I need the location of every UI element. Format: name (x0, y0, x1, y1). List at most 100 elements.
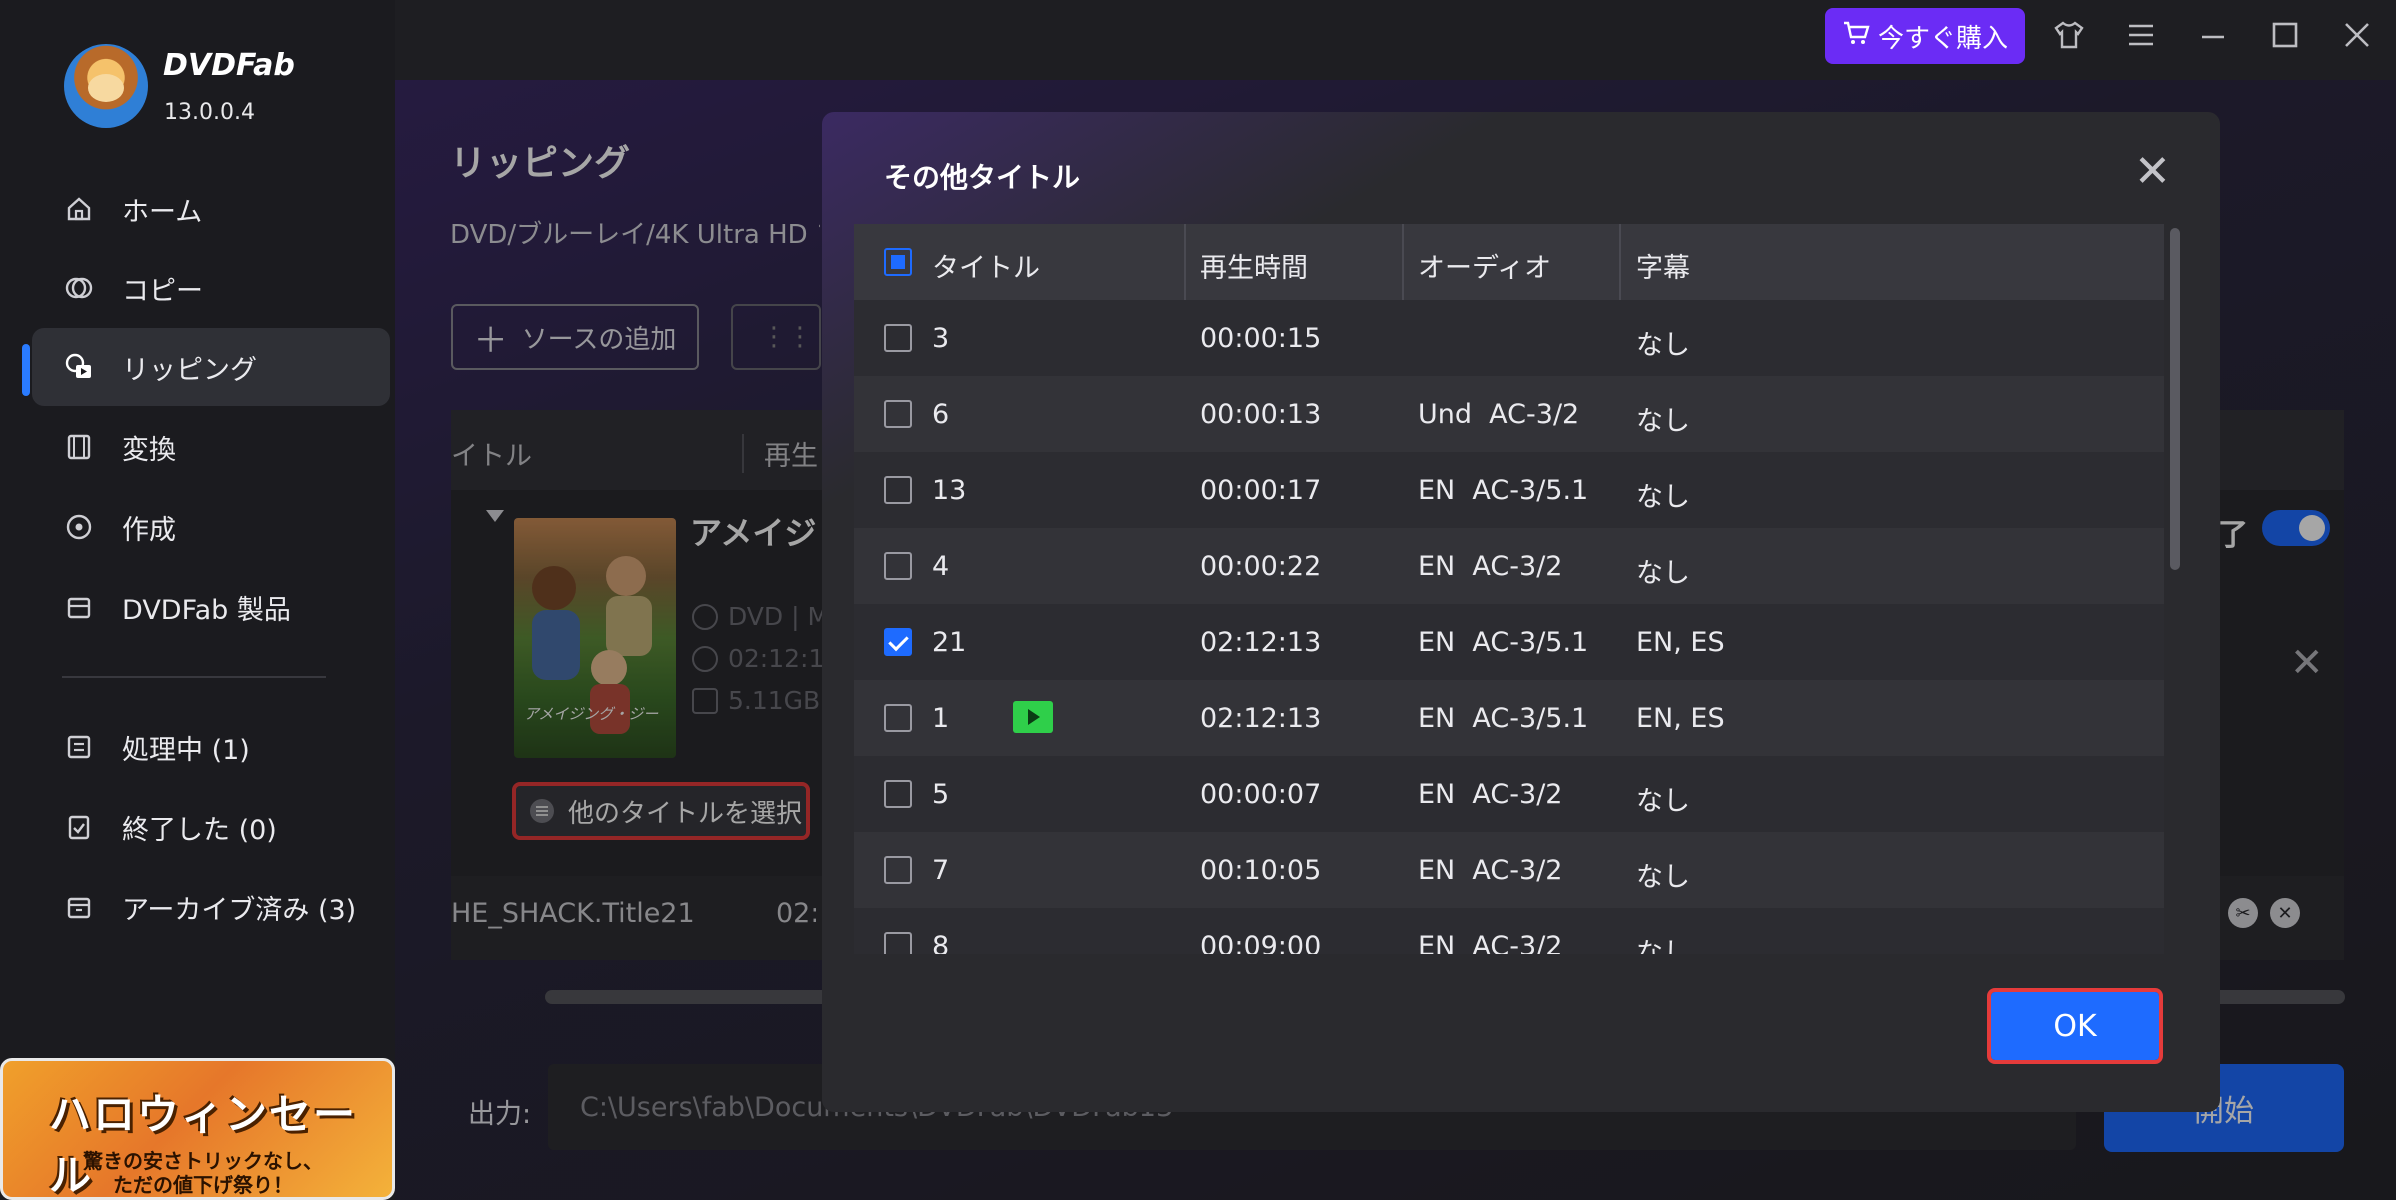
column-separator[interactable] (1184, 224, 1186, 300)
dvdfab-logo (64, 44, 148, 128)
table-row[interactable]: 8 00:09:00 EN AC-3/2 なし (854, 908, 2164, 954)
promo-subtitle-line: 驚きの安さトリックなし、 (83, 1149, 323, 1173)
ripper-icon (64, 352, 94, 382)
box-icon (64, 592, 94, 622)
row-checkbox[interactable] (884, 476, 912, 504)
buy-now-label: 今すぐ購入 (1877, 23, 2008, 54)
disc-icon (64, 512, 94, 542)
table-header: タイトル 再生時間 オーディオ 字幕 (854, 224, 2164, 300)
sidebar-item-label: コピー (122, 275, 203, 307)
sidebar-item-processing[interactable]: 処理中 (1) (32, 708, 390, 786)
table-row[interactable]: 21 02:12:13 EN AC-3/5.1 EN, ES (854, 604, 2164, 680)
vertical-scrollbar[interactable] (2168, 224, 2182, 954)
cell-title: 1 (932, 703, 950, 734)
cell-duration: 02:12:13 (1200, 627, 1322, 658)
sidebar-item-convert[interactable]: 変換 (32, 408, 390, 486)
cell-subtitle: EN, ES (1636, 627, 1725, 658)
clipboard-check-icon (64, 812, 94, 842)
row-checkbox[interactable] (884, 628, 912, 656)
row-checkbox[interactable] (884, 704, 912, 732)
cell-audio: EN AC-3/5.1 (1418, 475, 1589, 506)
column-separator[interactable] (1619, 224, 1621, 300)
cell-title: 6 (932, 399, 950, 430)
app-version: 13.0.0.4 (164, 100, 255, 125)
row-checkbox[interactable] (884, 856, 912, 884)
cell-audio: EN AC-3/2 (1418, 855, 1563, 886)
row-checkbox[interactable] (884, 932, 912, 954)
column-header-duration: 再生時間 (1200, 253, 1308, 284)
row-checkbox[interactable] (884, 552, 912, 580)
archive-icon (64, 892, 94, 922)
play-icon[interactable] (1013, 701, 1053, 733)
cell-audio: EN AC-3/5.1 (1418, 703, 1589, 734)
table-row[interactable]: 1 02:12:13 EN AC-3/5.1 EN, ES (854, 680, 2164, 756)
cell-subtitle: EN, ES (1636, 703, 1725, 734)
maximize-icon[interactable] (2268, 18, 2302, 52)
sidebar-item-finished[interactable]: 終了した (0) (32, 788, 390, 866)
table-row[interactable]: 7 00:10:05 EN AC-3/2 なし (854, 832, 2164, 908)
sidebar-item-label: 作成 (122, 514, 176, 546)
minimize-icon[interactable] (2196, 18, 2230, 52)
scrollbar-thumb[interactable] (2170, 228, 2180, 570)
cell-title: 21 (932, 627, 967, 658)
sidebar-item-label: DVDFab 製品 (122, 594, 291, 626)
cell-duration: 00:10:05 (1200, 855, 1322, 886)
sidebar-divider (62, 676, 326, 678)
sidebar-item-copy[interactable]: コピー (32, 249, 390, 327)
sidebar-item-products[interactable]: DVDFab 製品 (32, 568, 390, 646)
halloween-sale-banner[interactable]: ハロウィンセール 驚きの安さトリックなし、 ただの値下げ祭り！ (0, 1058, 395, 1200)
promo-subtitle: 驚きの安さトリックなし、 ただの値下げ祭り！ (73, 1149, 333, 1197)
cell-subtitle: なし (1636, 558, 1690, 589)
cell-title: 13 (932, 475, 967, 506)
cell-subtitle: なし (1636, 482, 1690, 513)
sidebar-item-label: リッピング (122, 354, 257, 386)
home-icon (64, 194, 94, 224)
cell-duration: 00:00:15 (1200, 323, 1322, 354)
cell-title: 4 (932, 551, 950, 582)
titles-table: タイトル 再生時間 オーディオ 字幕 3 00:00:15 なし 6 00:00:13 U… (854, 224, 2182, 954)
select-all-checkbox[interactable] (884, 248, 912, 276)
column-header-title: タイトル (932, 253, 1040, 284)
buy-now-button[interactable]: 今すぐ購入 (1825, 8, 2025, 64)
table-row[interactable]: 6 00:00:13 Und AC-3/2 なし (854, 376, 2164, 452)
sidebar-item-label: 終了した (0) (122, 814, 277, 846)
row-checkbox[interactable] (884, 400, 912, 428)
sidebar-item-home[interactable]: ホーム (32, 170, 390, 248)
cell-subtitle: なし (1636, 862, 1690, 893)
row-checkbox[interactable] (884, 324, 912, 352)
cell-duration: 00:00:13 (1200, 399, 1322, 430)
active-indicator (22, 344, 30, 396)
ok-button[interactable]: OK (1987, 988, 2163, 1064)
film-icon (64, 432, 94, 462)
cell-duration: 00:09:00 (1200, 931, 1322, 954)
copy-icon (64, 273, 94, 303)
cell-duration: 00:00:22 (1200, 551, 1322, 582)
cell-audio: EN AC-3/2 (1418, 931, 1563, 954)
sidebar-item-ripper[interactable]: リッピング (32, 328, 390, 406)
cell-audio: EN AC-3/2 (1418, 779, 1563, 810)
cell-subtitle: なし (1636, 786, 1690, 817)
cell-subtitle: なし (1636, 330, 1690, 361)
cell-duration: 02:12:13 (1200, 703, 1322, 734)
column-separator[interactable] (1402, 224, 1404, 300)
table-row[interactable]: 5 00:00:07 EN AC-3/2 なし (854, 756, 2164, 832)
sidebar-item-label: 変換 (122, 434, 176, 466)
table-row[interactable]: 13 00:00:17 EN AC-3/5.1 なし (854, 452, 2164, 528)
sidebar-item-label: アーカイブ済み (3) (122, 894, 357, 926)
close-icon[interactable] (2340, 18, 2374, 52)
table-row[interactable]: 4 00:00:22 EN AC-3/2 なし (854, 528, 2164, 604)
sidebar-item-create[interactable]: 作成 (32, 488, 390, 566)
cell-subtitle: なし (1636, 406, 1690, 437)
dialog-close-icon[interactable]: ✕ (2134, 150, 2171, 194)
cart-icon (1842, 20, 1870, 53)
row-checkbox[interactable] (884, 780, 912, 808)
brand-name: DVDFab (163, 48, 295, 83)
table-row[interactable]: 3 00:00:15 なし (854, 300, 2164, 376)
cell-duration: 00:00:17 (1200, 475, 1322, 506)
sidebar-item-archived[interactable]: アーカイブ済み (3) (32, 868, 390, 946)
sidebar: DVDFab 13.0.0.4 ホーム コピー リッピング 変換 作成 DVDF… (0, 0, 395, 1200)
cell-audio: EN AC-3/2 (1418, 551, 1563, 582)
cell-audio: EN AC-3/5.1 (1418, 627, 1589, 658)
shirt-icon[interactable] (2052, 18, 2086, 52)
menu-icon[interactable] (2124, 18, 2158, 52)
